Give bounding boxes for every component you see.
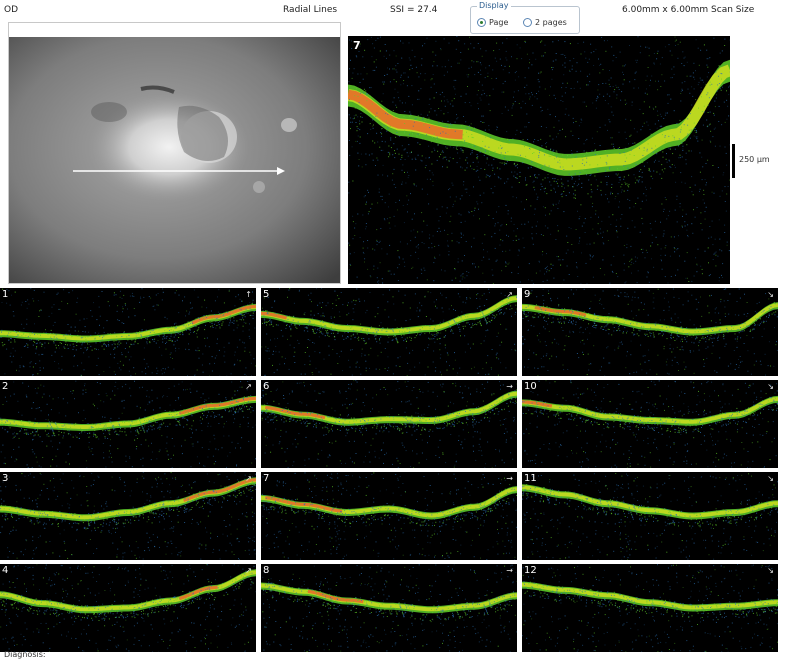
scan-direction-arrow-icon: ↘ xyxy=(767,290,774,299)
thumbnail-bscan-image xyxy=(0,288,256,376)
scan-direction-arrow-icon: ↘ xyxy=(767,566,774,575)
thumbnail-label: 2 xyxy=(2,381,9,392)
thumbnail-bscan-image xyxy=(522,472,778,560)
ssi-label: SSI = 27.4 xyxy=(390,5,438,15)
radio-page[interactable] xyxy=(477,18,486,27)
scan-direction-arrow-icon: ↗ xyxy=(245,382,252,391)
display-options-group: Display Page 2 pages xyxy=(470,1,580,34)
bscan-thumbnail-12[interactable]: 12 ↘ xyxy=(522,564,778,652)
bscan-thumbnail-5[interactable]: 5 ↗ xyxy=(261,288,517,376)
thumbnail-bscan-image xyxy=(0,380,256,468)
radio-2-pages-label[interactable]: 2 pages xyxy=(535,17,567,28)
thumbnail-label: 1 xyxy=(2,289,9,300)
bscan-thumbnail-7[interactable]: 7 → xyxy=(261,472,517,560)
scan-direction-arrow-icon: ↗ xyxy=(245,474,252,483)
thumbnail-bscan-image xyxy=(522,288,778,376)
bscan-main-panel[interactable]: 7 xyxy=(348,36,730,284)
main-scan-label: 7 xyxy=(353,39,361,52)
scan-direction-arrow-icon: ↘ xyxy=(767,382,774,391)
thumbnail-bscan-image xyxy=(261,380,517,468)
scan-type-label: Radial Lines xyxy=(283,5,338,15)
thumbnail-label: 6 xyxy=(263,381,270,392)
bscan-thumbnail-6[interactable]: 6 → xyxy=(261,380,517,468)
thumbnail-label: 8 xyxy=(263,565,270,576)
thumbnail-bscan-image xyxy=(261,472,517,560)
scan-direction-arrow-icon: ↑ xyxy=(245,290,252,299)
scan-direction-arrow-icon: → xyxy=(506,566,513,575)
scan-direction-arrow-icon: → xyxy=(506,382,513,391)
scan-direction-arrow-icon: ↗ xyxy=(245,566,252,575)
bscan-thumbnail-10[interactable]: 10 ↘ xyxy=(522,380,778,468)
thumbnail-bscan-image xyxy=(522,380,778,468)
thumbnail-bscan-image xyxy=(261,288,517,376)
scan-direction-arrow-icon: ↗ xyxy=(506,290,513,299)
thumbnail-bscan-image xyxy=(0,472,256,560)
scale-bar xyxy=(732,144,735,178)
thumbnail-bscan-image xyxy=(0,564,256,652)
bscan-thumbnail-9[interactable]: 9 ↘ xyxy=(522,288,778,376)
bscan-thumbnail-8[interactable]: 8 → xyxy=(261,564,517,652)
thumbnail-label: 10 xyxy=(524,381,537,392)
bscan-thumbnail-1[interactable]: 1 ↑ xyxy=(0,288,256,376)
scale-label: 250 µm xyxy=(739,155,770,164)
scan-direction-arrow-icon: ↘ xyxy=(767,474,774,483)
bscan-thumbnail-2[interactable]: 2 ↗ xyxy=(0,380,256,468)
eye-label: OD xyxy=(4,5,19,15)
bscan-thumbnail-3[interactable]: 3 ↗ xyxy=(0,472,256,560)
fundus-image xyxy=(9,37,340,283)
fundus-image-panel xyxy=(8,22,341,284)
radio-2-pages[interactable] xyxy=(523,18,532,27)
thumbnail-label: 4 xyxy=(2,565,9,576)
bscan-thumbnail-4[interactable]: 4 ↗ xyxy=(0,564,256,652)
bscan-main-image xyxy=(348,36,730,284)
thumbnail-bscan-image xyxy=(522,564,778,652)
scan-size-label: 6.00mm x 6.00mm Scan Size xyxy=(622,5,755,15)
diagnosis-label: Diagnosis: xyxy=(4,650,46,659)
radio-page-label[interactable]: Page xyxy=(489,17,508,28)
thumbnail-label: 9 xyxy=(524,289,531,300)
thumbnail-label: 3 xyxy=(2,473,9,484)
thumbnail-label: 12 xyxy=(524,565,537,576)
bscan-thumbnail-11[interactable]: 11 ↘ xyxy=(522,472,778,560)
display-title: Display xyxy=(477,1,511,11)
scan-direction-arrow-icon: → xyxy=(506,474,513,483)
thumbnail-label: 11 xyxy=(524,473,537,484)
thumbnail-label: 5 xyxy=(263,289,270,300)
thumbnail-bscan-image xyxy=(261,564,517,652)
thumbnail-label: 7 xyxy=(263,473,270,484)
